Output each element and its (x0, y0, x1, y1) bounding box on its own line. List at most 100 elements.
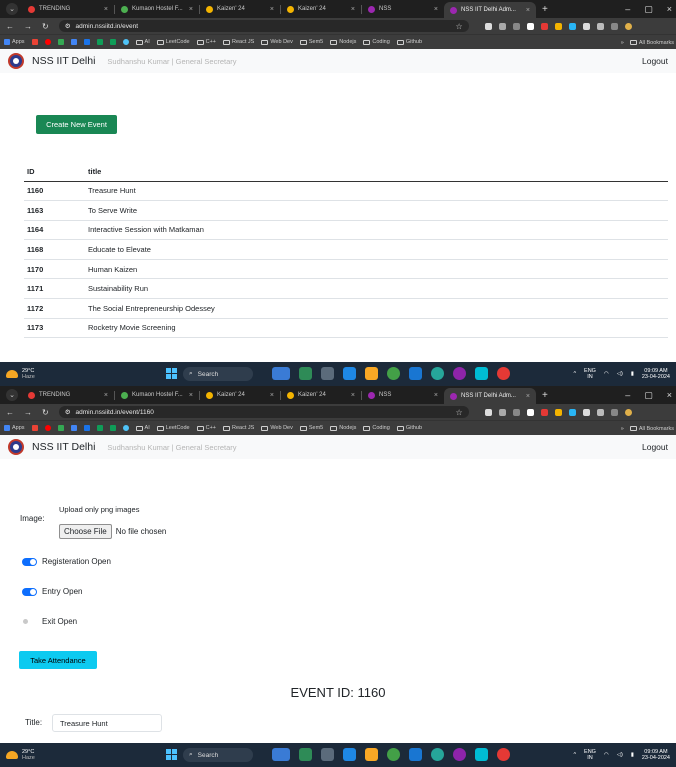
tab-kumaon[interactable]: Kumaon Hostel F... × (115, 2, 199, 16)
bookmark-folder[interactable]: Sem5 (299, 425, 323, 431)
back-icon[interactable]: ← (6, 22, 14, 31)
take-attendance-button[interactable]: Take Attendance (19, 651, 97, 669)
site-icon[interactable] (70, 425, 77, 431)
taskbar-search[interactable]: ⌕ Search (183, 367, 253, 381)
extension-icon[interactable] (498, 408, 506, 416)
bookmarks-overflow-button[interactable]: » (621, 40, 624, 46)
extension-icon[interactable] (512, 408, 520, 416)
vscode-icon[interactable] (475, 367, 488, 380)
tab-search-icon[interactable]: ⌄ (6, 389, 18, 401)
extension-icon[interactable] (526, 22, 534, 30)
site-icon[interactable] (122, 39, 129, 45)
toggle-switch-off[interactable] (22, 617, 37, 626)
bookmark-folder[interactable]: C++ (196, 425, 216, 431)
tab-nss[interactable]: NSS × (362, 388, 444, 402)
close-icon[interactable]: × (345, 392, 355, 399)
store-icon[interactable] (343, 367, 356, 380)
puzzle-icon[interactable] (596, 22, 604, 30)
extension-icon[interactable] (498, 22, 506, 30)
weather-widget[interactable]: 29°C Haze (6, 368, 35, 380)
whatsapp-icon[interactable] (431, 748, 444, 761)
extension-icon[interactable] (554, 408, 562, 416)
table-row[interactable]: 1164 Interactive Session with Matkaman (24, 220, 668, 241)
close-icon[interactable]: × (264, 392, 274, 399)
tab-nss-admin[interactable]: NSS IIT Delhi Adm... × (444, 2, 536, 18)
youtube-icon[interactable] (44, 425, 51, 431)
toggle-switch-on[interactable] (22, 587, 37, 596)
bookmark-folder[interactable]: Nodejs (330, 39, 356, 45)
nss-logo[interactable] (8, 439, 24, 455)
tab-kaizen-1[interactable]: Kaizen' 24 × (200, 388, 280, 402)
bookmark-folder[interactable]: Coding (363, 425, 390, 431)
battery-icon[interactable]: ▮ (631, 371, 634, 377)
close-window-icon[interactable]: × (667, 390, 672, 400)
volume-icon[interactable]: ◁) (617, 371, 623, 377)
language-indicator[interactable]: ENG IN (584, 368, 596, 380)
event-title[interactable]: Educate to Elevate (85, 239, 668, 260)
close-icon[interactable]: × (264, 6, 274, 13)
minimize-icon[interactable]: – (625, 4, 630, 14)
chrome-dev-icon[interactable] (453, 748, 466, 761)
nss-logo[interactable] (8, 53, 24, 69)
choose-file-button[interactable]: Choose File (59, 524, 112, 539)
tab-kaizen-2[interactable]: Kaizen' 24 × (281, 2, 361, 16)
bookmark-folder[interactable]: C++ (196, 39, 216, 45)
bookmark-folder[interactable]: AI (135, 39, 150, 45)
widgets-icon[interactable] (272, 367, 290, 380)
table-row[interactable]: 1171 Sustainability Run (24, 278, 668, 300)
site-icon[interactable] (83, 39, 90, 45)
all-bookmarks[interactable]: All Bookmarks (629, 426, 674, 432)
language-indicator[interactable]: ENG IN (584, 749, 596, 761)
tab-search-icon[interactable]: ⌄ (6, 3, 18, 15)
maps-icon[interactable] (57, 425, 64, 431)
reload-icon[interactable]: ↻ (42, 408, 49, 417)
close-icon[interactable]: × (520, 7, 530, 14)
bookmark-folder[interactable]: Sem5 (299, 39, 323, 45)
entry-open-toggle[interactable]: Entry Open (22, 587, 82, 596)
restore-icon[interactable]: ▢ (644, 4, 653, 15)
bookmark-folder[interactable]: Web Dev (261, 39, 293, 45)
event-title[interactable]: Sustainability Run (85, 278, 668, 300)
tab-kaizen-2[interactable]: Kaizen' 24 × (281, 388, 361, 402)
app-icon[interactable] (497, 367, 510, 380)
battery-icon[interactable]: ▮ (631, 752, 634, 758)
maps-icon[interactable] (57, 39, 64, 45)
youtube-icon[interactable] (44, 39, 51, 45)
logout-link[interactable]: Logout (642, 442, 668, 452)
event-title[interactable]: Treasure Hunt (85, 181, 668, 202)
whatsapp-icon[interactable] (431, 367, 444, 380)
bookmark-folder[interactable]: Coding (363, 39, 390, 45)
extension-icon[interactable] (540, 408, 548, 416)
brand-title[interactable]: NSS IIT Delhi (32, 441, 95, 453)
store-icon[interactable] (343, 748, 356, 761)
pen-extension-icon[interactable] (484, 408, 492, 416)
bookmark-folder[interactable]: React JS (223, 39, 254, 45)
pen-extension-icon[interactable] (484, 22, 492, 30)
bookmark-star-icon[interactable]: ☆ (456, 408, 463, 417)
site-icon[interactable] (122, 425, 129, 431)
event-title[interactable]: Human Kaizen (85, 259, 668, 280)
bookmark-apps[interactable]: Apps (4, 39, 25, 45)
tab-kumaon[interactable]: Kumaon Hostel F... × (115, 388, 199, 402)
site-info-icon[interactable]: ⚙ (65, 408, 71, 416)
app-icon[interactable] (409, 367, 422, 380)
back-icon[interactable]: ← (6, 408, 14, 417)
menu-icon[interactable] (610, 22, 618, 30)
bookmark-star-icon[interactable]: ☆ (456, 22, 463, 31)
close-icon[interactable]: × (183, 392, 193, 399)
tray-overflow-icon[interactable]: ^ (573, 371, 576, 377)
sheets-icon[interactable] (109, 39, 116, 45)
event-title[interactable]: The Social Entrepreneurship Odessey (85, 298, 668, 319)
bookmark-folder[interactable]: LeetCode (156, 39, 190, 45)
tab-nss-admin[interactable]: NSS IIT Delhi Adm... × (444, 388, 536, 404)
chrome-icon[interactable] (387, 748, 400, 761)
weather-widget[interactable]: 29°C Haze (6, 749, 35, 761)
forward-icon[interactable]: → (24, 408, 32, 417)
task-view-icon[interactable] (299, 748, 312, 761)
title-input[interactable]: Treasure Hunt (52, 714, 162, 732)
close-icon[interactable]: × (98, 6, 108, 13)
toggle-switch-on[interactable] (22, 557, 37, 566)
explorer-icon[interactable] (321, 748, 334, 761)
table-row[interactable]: 1168 Educate to Elevate (24, 239, 668, 260)
tab-kaizen-1[interactable]: Kaizen' 24 × (200, 2, 280, 16)
